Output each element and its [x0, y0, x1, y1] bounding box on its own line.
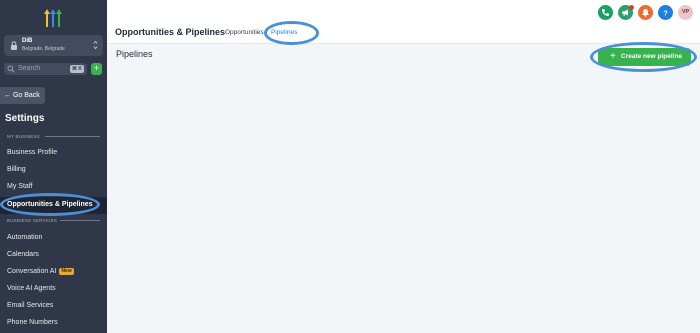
main-content: Pipelines + Create new pipeline: [107, 45, 700, 333]
bell-icon: [642, 9, 649, 17]
avatar[interactable]: VP: [678, 5, 693, 20]
sidebar-item-opportunities-pipelines[interactable]: Opportunities & Pipelines: [7, 201, 93, 208]
phone-icon: [602, 9, 609, 16]
sidebar-item-business-profile[interactable]: Business Profile: [7, 149, 57, 156]
svg-text:?: ?: [663, 8, 668, 17]
create-button-label: Create new pipeline: [621, 53, 683, 60]
sidebar-item-conversation-ai[interactable]: Conversation AI New: [7, 268, 74, 275]
search-placeholder: Search: [18, 65, 41, 72]
chevron-updown-icon: [93, 40, 98, 50]
page-title: Opportunities & Pipelines: [115, 27, 226, 37]
top-bar: Opportunities & Pipelines Opportunities …: [107, 0, 700, 44]
settings-title: Settings: [5, 113, 45, 124]
megaphone-icon: [622, 9, 628, 16]
sidebar-item-automation[interactable]: Automation: [7, 234, 42, 241]
sidebar-item-label: Conversation AI: [7, 268, 57, 275]
location-address: Belgrade, Belgrade: [22, 46, 65, 52]
sidebar-item-calendars[interactable]: Calendars: [7, 251, 39, 258]
tab-pipelines[interactable]: Pipelines: [271, 29, 297, 36]
sidebar-item-voice-ai-agents[interactable]: Voice AI Agents: [7, 285, 56, 292]
notification-dot: [629, 5, 634, 10]
location-name: DiB: [22, 38, 33, 44]
search-icon: [7, 65, 15, 73]
app-logo-icon: [44, 9, 62, 27]
phone-button[interactable]: [598, 5, 613, 20]
help-icon: ?: [663, 8, 668, 17]
lock-icon: [11, 41, 17, 50]
sidebar-item-email-services[interactable]: Email Services: [7, 302, 53, 309]
search-input[interactable]: Search ⌘ K: [4, 63, 87, 75]
section-divider: [45, 136, 100, 137]
section-business-services: BUSINESS SERVICES: [7, 218, 58, 223]
sidebar-item-phone-numbers[interactable]: Phone Numbers: [7, 319, 58, 326]
section-heading: Pipelines: [116, 49, 153, 59]
location-switcher[interactable]: DiB Belgrade, Belgrade: [4, 35, 103, 56]
help-button[interactable]: ?: [658, 5, 673, 20]
section-my-business: MY BUSINESS: [7, 134, 40, 139]
notifications-button[interactable]: [638, 5, 653, 20]
sidebar: DiB Belgrade, Belgrade Search ⌘ K + ← Go…: [0, 0, 107, 333]
create-new-pipeline-button[interactable]: + Create new pipeline: [598, 48, 691, 66]
plus-icon: +: [610, 51, 616, 62]
go-back-button[interactable]: ← Go Back: [0, 87, 45, 104]
tab-opportunities[interactable]: Opportunities: [225, 29, 264, 36]
search-shortcut-badge: ⌘ K: [70, 65, 84, 73]
section-divider: [60, 220, 100, 221]
sidebar-item-billing[interactable]: Billing: [7, 166, 26, 173]
new-badge: New: [59, 268, 74, 275]
quick-add-button[interactable]: +: [91, 63, 102, 75]
sidebar-item-my-staff[interactable]: My Staff: [7, 183, 33, 190]
